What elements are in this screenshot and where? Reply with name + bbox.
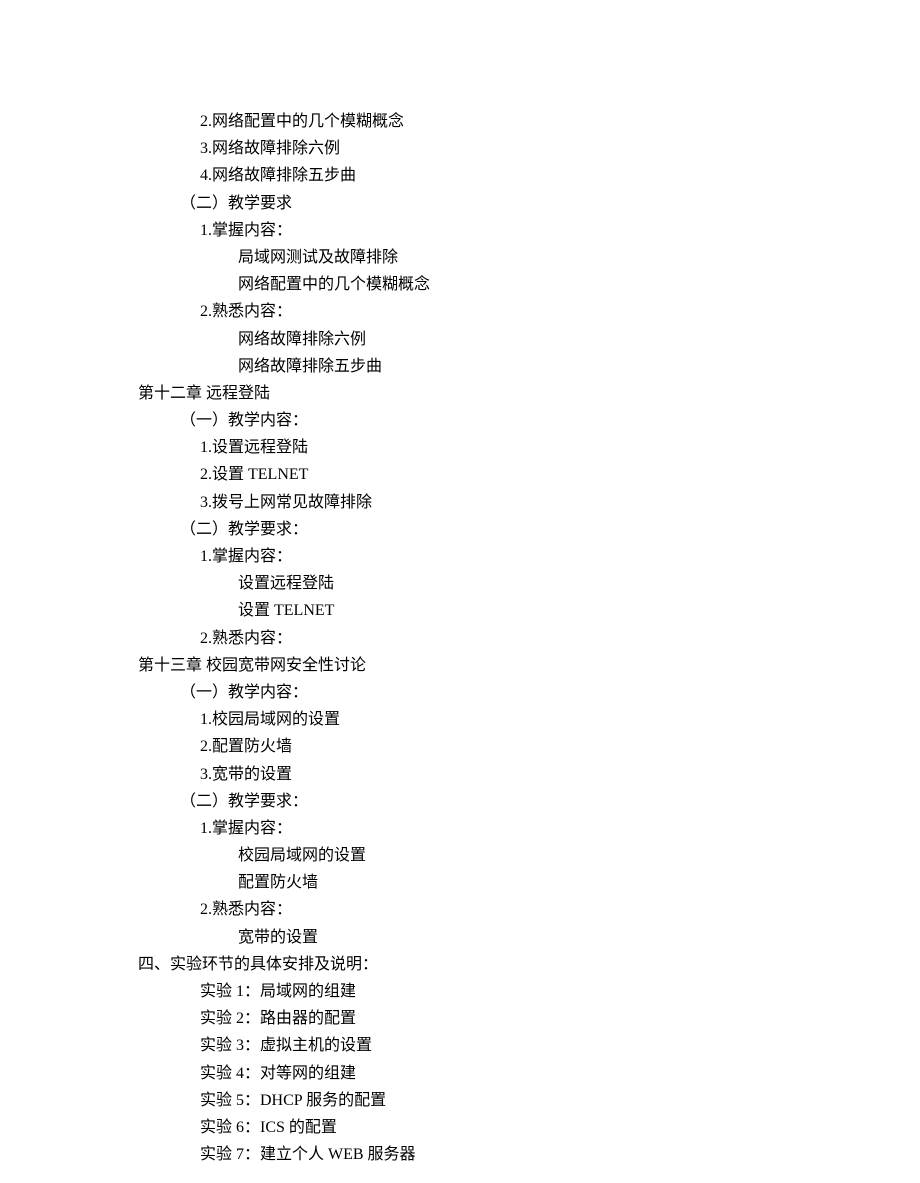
document-line: 实验 3：虚拟主机的设置 bbox=[138, 1032, 920, 1059]
document-line: 网络故障排除六例 bbox=[138, 326, 920, 353]
document-line: 1.掌握内容： bbox=[138, 815, 920, 842]
document-line: 3.宽带的设置 bbox=[138, 761, 920, 788]
document-line: 校园局域网的设置 bbox=[138, 842, 920, 869]
document-line: 配置防火墙 bbox=[138, 869, 920, 896]
document-line: 2.设置 TELNET bbox=[138, 461, 920, 488]
document-line: 设置 TELNET bbox=[138, 597, 920, 624]
document-line: 2.网络配置中的几个模糊概念 bbox=[138, 108, 920, 135]
document-line: 2.熟悉内容： bbox=[138, 896, 920, 923]
document-line: 实验 4：对等网的组建 bbox=[138, 1060, 920, 1087]
document-line: 1.校园局域网的设置 bbox=[138, 706, 920, 733]
document-line: （一）教学内容： bbox=[138, 679, 920, 706]
document-line: 设置远程登陆 bbox=[138, 570, 920, 597]
document-line: 实验 7：建立个人 WEB 服务器 bbox=[138, 1141, 920, 1168]
document-line: 3.网络故障排除六例 bbox=[138, 135, 920, 162]
document-line: 1.设置远程登陆 bbox=[138, 434, 920, 461]
document-line: 2.配置防火墙 bbox=[138, 733, 920, 760]
document-line: 第十二章 远程登陆 bbox=[138, 380, 920, 407]
document-line: 实验 6：ICS 的配置 bbox=[138, 1114, 920, 1141]
document-line: （一）教学内容： bbox=[138, 407, 920, 434]
document-line: 实验 1：局域网的组建 bbox=[138, 978, 920, 1005]
document-line: 4.网络故障排除五步曲 bbox=[138, 162, 920, 189]
document-line: 2.熟悉内容： bbox=[138, 625, 920, 652]
document-line: （二）教学要求： bbox=[138, 516, 920, 543]
document-line: 网络配置中的几个模糊概念 bbox=[138, 271, 920, 298]
document-line: 实验 2：路由器的配置 bbox=[138, 1005, 920, 1032]
document-line: 实验 5：DHCP 服务的配置 bbox=[138, 1087, 920, 1114]
document-line: （二）教学要求： bbox=[138, 788, 920, 815]
document-line: 四、实验环节的具体安排及说明： bbox=[138, 951, 920, 978]
document-line: 第十三章 校园宽带网安全性讨论 bbox=[138, 652, 920, 679]
document-content: 2.网络配置中的几个模糊概念3.网络故障排除六例4.网络故障排除五步曲（二）教学… bbox=[138, 108, 920, 1168]
document-line: 2.熟悉内容： bbox=[138, 298, 920, 325]
document-line: 宽带的设置 bbox=[138, 924, 920, 951]
document-line: （二）教学要求 bbox=[138, 190, 920, 217]
document-line: 1.掌握内容： bbox=[138, 543, 920, 570]
document-line: 1.掌握内容： bbox=[138, 217, 920, 244]
document-line: 3.拨号上网常见故障排除 bbox=[138, 489, 920, 516]
document-line: 局域网测试及故障排除 bbox=[138, 244, 920, 271]
document-line: 网络故障排除五步曲 bbox=[138, 353, 920, 380]
